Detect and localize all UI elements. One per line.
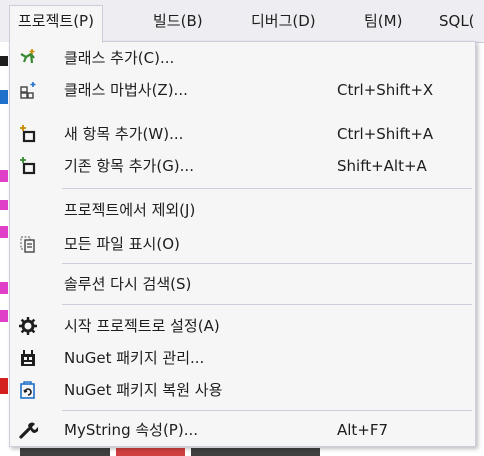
menu-item-class-wizard[interactable]: 클래스 마법사(Z)... Ctrl+Shift+X — [10, 74, 475, 106]
nuget-restore-icon — [18, 380, 38, 400]
menu-item-label: 시작 프로젝트로 설정(A) — [64, 317, 220, 335]
show-all-files-icon — [18, 234, 38, 254]
main-menubar: 프로젝트(P) 빌드(B) 디버그(D) 팀(M) SQL( — [0, 0, 484, 43]
menu-item-shortcut: Shift+Alt+A — [337, 157, 427, 175]
menu-item-exclude-from-project[interactable]: 프로젝트에서 제외(J) — [10, 194, 475, 226]
class-add-icon — [18, 48, 38, 68]
menu-item-label: 클래스 마법사(Z)... — [64, 81, 188, 99]
menu-item-rescan-solution[interactable]: 솔루션 다시 검색(S) — [10, 268, 475, 300]
menu-separator — [62, 263, 472, 264]
menu-item-add-class[interactable]: 클래스 추가(C)... — [10, 42, 475, 74]
menu-sql[interactable]: SQL( — [431, 6, 483, 36]
menu-separator — [62, 304, 472, 305]
gear-icon — [18, 316, 38, 336]
menu-item-label: 프로젝트에서 제외(J) — [64, 201, 196, 219]
nuget-icon — [18, 348, 38, 368]
new-item-icon — [18, 124, 38, 144]
menu-item-label: 기존 항목 추가(G)... — [64, 157, 194, 175]
menu-item-manage-nuget[interactable]: NuGet 패키지 관리... — [10, 342, 475, 374]
menu-item-enable-nuget-restore[interactable]: NuGet 패키지 복원 사용 — [10, 374, 475, 406]
wrench-icon — [18, 420, 39, 440]
menu-item-shortcut: Ctrl+Shift+A — [337, 125, 434, 143]
menu-item-shortcut: Ctrl+Shift+X — [337, 81, 434, 99]
menu-separator — [62, 410, 472, 411]
menu-separator — [62, 188, 472, 189]
menu-item-label: 솔루션 다시 검색(S) — [64, 275, 192, 293]
existing-item-icon — [18, 156, 38, 176]
class-wizard-icon — [18, 80, 38, 100]
menu-item-label: 클래스 추가(C)... — [64, 49, 175, 67]
menu-item-label: NuGet 패키지 관리... — [64, 349, 205, 367]
menu-debug[interactable]: 디버그(D) — [243, 6, 324, 36]
project-menu-dropdown: 클래스 추가(C)... 클래스 마법사(Z)... Ctrl+Shift+X … — [9, 41, 476, 447]
menu-team[interactable]: 팀(M) — [356, 6, 410, 36]
menu-item-new-item[interactable]: 새 항목 추가(W)... Ctrl+Shift+A — [10, 118, 475, 150]
menu-item-label: 모든 파일 표시(O) — [64, 235, 180, 253]
menu-item-label: NuGet 패키지 복원 사용 — [64, 381, 223, 399]
menu-item-label: MyString 속성(P)... — [64, 421, 199, 439]
menu-build[interactable]: 빌드(B) — [145, 6, 211, 36]
code-editor-bottom-edge — [0, 446, 484, 456]
menu-item-label: 새 항목 추가(W)... — [64, 125, 184, 143]
menu-item-shortcut: Alt+F7 — [337, 421, 389, 439]
menu-item-existing-item[interactable]: 기존 항목 추가(G)... Shift+Alt+A — [10, 150, 475, 182]
menu-item-project-properties[interactable]: MyString 속성(P)... Alt+F7 — [10, 414, 475, 446]
menu-item-set-startup-project[interactable]: 시작 프로젝트로 설정(A) — [10, 310, 475, 342]
menu-project[interactable]: 프로젝트(P) — [9, 5, 103, 43]
menu-item-show-all-files[interactable]: 모든 파일 표시(O) — [10, 228, 475, 260]
